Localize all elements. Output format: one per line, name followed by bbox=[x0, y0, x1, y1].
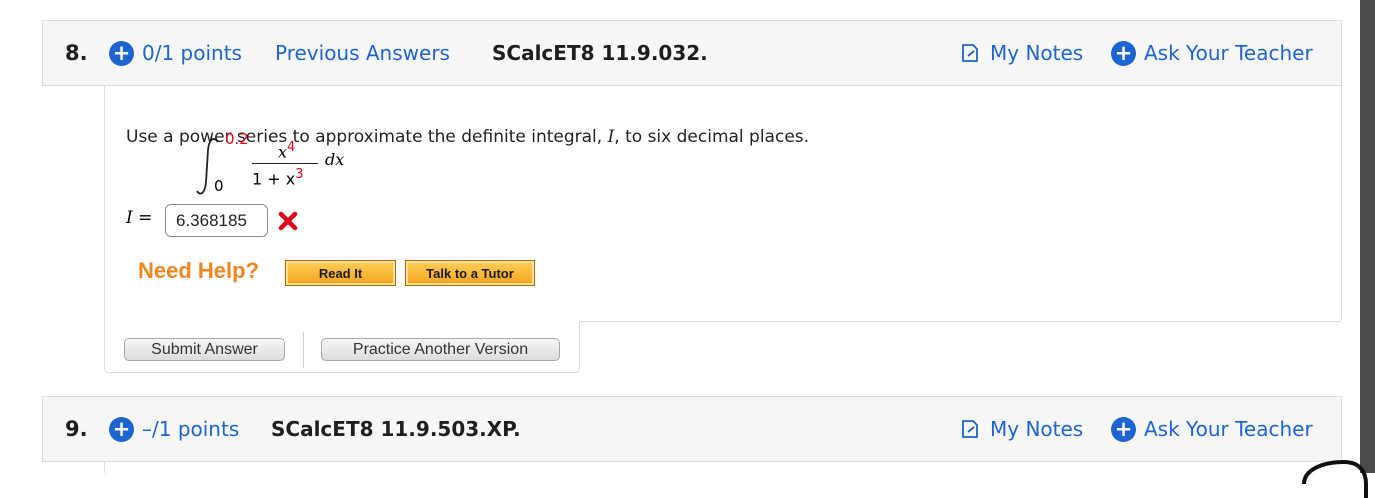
points-toggle[interactable]: + 0/1 points bbox=[109, 21, 242, 85]
problem-code: SCalcET8 11.9.032. bbox=[492, 41, 708, 65]
upper-limit: 0.2 bbox=[225, 130, 249, 148]
button-separator bbox=[303, 332, 304, 368]
problem-code: SCalcET8 11.9.503.XP. bbox=[271, 417, 521, 441]
notes-icon bbox=[962, 420, 978, 438]
question-number: 9. bbox=[65, 417, 88, 441]
question-9-header: 9. + –/1 points SCalcET8 11.9.503.XP. My… bbox=[42, 396, 1342, 462]
notes-icon bbox=[962, 44, 978, 62]
x-mark-icon bbox=[278, 211, 298, 231]
points-label: 0/1 points bbox=[142, 41, 242, 65]
question-number: 8. bbox=[65, 41, 88, 65]
ask-teacher-button[interactable]: + Ask Your Teacher bbox=[1111, 397, 1313, 461]
plus-circle-icon: + bbox=[1111, 40, 1136, 66]
differential: dx bbox=[325, 150, 345, 169]
question-9-body-edge bbox=[104, 462, 105, 473]
points-label: –/1 points bbox=[142, 417, 240, 441]
ask-teacher-button[interactable]: + Ask Your Teacher bbox=[1111, 21, 1313, 85]
submit-answer-button[interactable]: Submit Answer bbox=[124, 338, 285, 361]
points-toggle[interactable]: + –/1 points bbox=[109, 397, 239, 461]
ask-teacher-label: Ask Your Teacher bbox=[1144, 417, 1313, 441]
question-8-body bbox=[104, 86, 1342, 322]
numerator: x4 bbox=[278, 140, 296, 162]
read-it-button[interactable]: Read It bbox=[285, 260, 396, 286]
previous-answers-link[interactable]: Previous Answers bbox=[275, 41, 450, 65]
plus-circle-icon[interactable]: + bbox=[109, 40, 134, 66]
my-notes-label: My Notes bbox=[990, 41, 1084, 65]
my-notes-label: My Notes bbox=[990, 417, 1084, 441]
denominator: 1 + x3 bbox=[252, 167, 304, 189]
integral-expression: 0.2 0 x4 1 + x3 dx bbox=[194, 130, 364, 198]
lower-limit: 0 bbox=[214, 177, 224, 195]
need-help-label: Need Help? bbox=[138, 258, 260, 283]
my-notes-button[interactable]: My Notes bbox=[960, 21, 1083, 85]
ask-teacher-label: Ask Your Teacher bbox=[1144, 41, 1313, 65]
fraction-bar bbox=[252, 163, 318, 164]
chat-bubble-icon[interactable] bbox=[1298, 458, 1368, 498]
answer-input[interactable] bbox=[165, 204, 268, 237]
plus-circle-icon[interactable]: + bbox=[109, 416, 134, 442]
plus-circle-icon: + bbox=[1111, 416, 1136, 442]
scrollbar[interactable] bbox=[1360, 0, 1375, 473]
practice-another-version-button[interactable]: Practice Another Version bbox=[321, 338, 560, 361]
talk-to-tutor-button[interactable]: Talk to a Tutor bbox=[405, 260, 535, 286]
my-notes-button[interactable]: My Notes bbox=[960, 397, 1083, 461]
question-8-header: 8. + 0/1 points Previous Answers SCalcET… bbox=[42, 20, 1342, 86]
answer-label: I = bbox=[126, 208, 153, 228]
